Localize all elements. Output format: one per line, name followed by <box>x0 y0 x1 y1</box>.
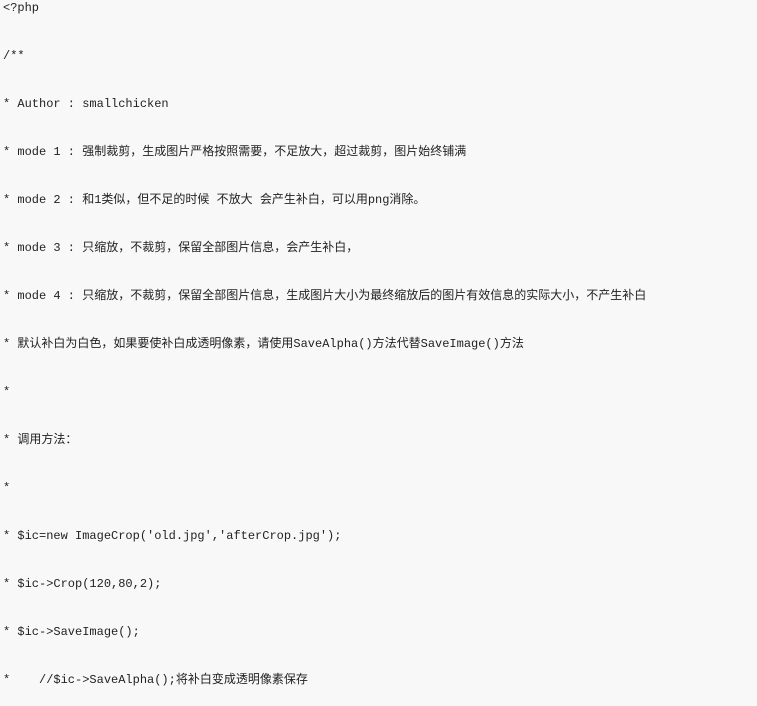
doc-comment-open-line: /** <box>3 49 25 63</box>
comment-blank-line: * <box>3 481 11 495</box>
author-line: * Author : smallchicken <box>3 97 169 111</box>
save-image-example-line: * $ic->SaveImage(); <box>3 625 140 639</box>
comment-blank-line: * <box>3 385 11 399</box>
mode-4-line: * mode 4 : 只缩放，不裁剪，保留全部图片信息，生成图片大小为最终缩放后… <box>3 289 647 303</box>
save-alpha-comment-line: * //$ic->SaveAlpha();将补白变成透明像素保存 <box>3 673 308 687</box>
usage-heading-line: * 调用方法： <box>3 433 78 447</box>
mode-1-line: * mode 1 : 强制裁剪，生成图片严格按照需要，不足放大，超过裁剪，图片始… <box>3 145 467 159</box>
constructor-example-line: * $ic=new ImageCrop('old.jpg','afterCrop… <box>3 529 342 543</box>
mode-2-line: * mode 2 : 和1类似，但不足的时候 不放大 会产生补白，可以用png消… <box>3 193 426 207</box>
mode-3-line: * mode 3 : 只缩放，不裁剪，保留全部图片信息，会产生补白， <box>3 241 359 255</box>
php-open-tag-line: <?php <box>3 1 40 15</box>
default-fill-note-line: * 默认补白为白色，如果要使补白成透明像素，请使用SaveAlpha()方法代替… <box>3 337 524 351</box>
crop-example-line: * $ic->Crop(120,80,2); <box>3 577 162 591</box>
